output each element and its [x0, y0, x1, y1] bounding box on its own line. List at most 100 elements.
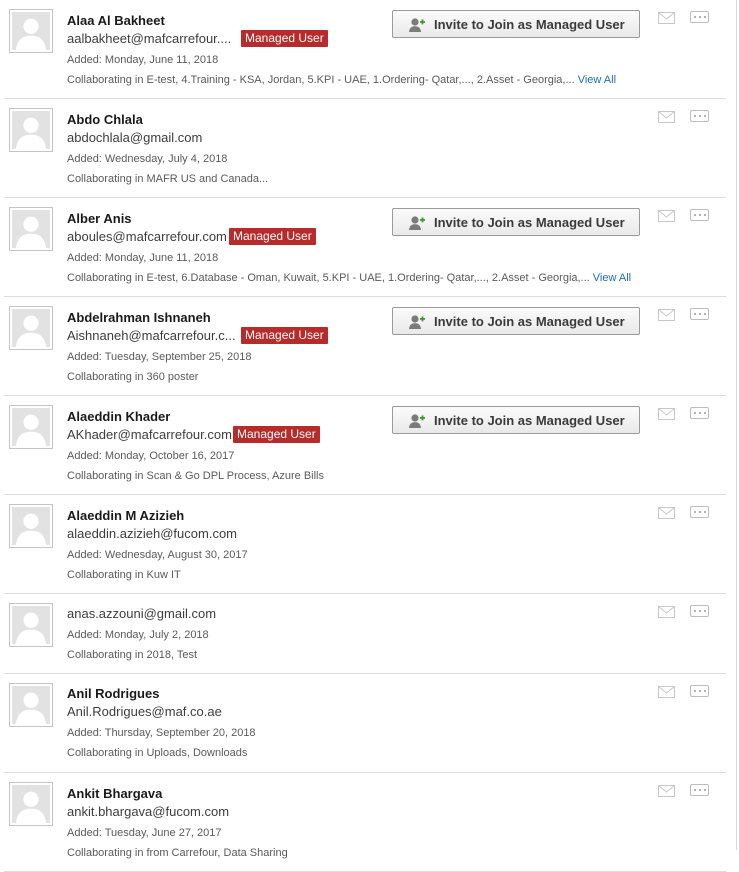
- more-options-icon[interactable]: [690, 685, 709, 697]
- collaborating-list: Collaborating in Scan & Go DPL Process, …: [67, 470, 324, 482]
- collaborating-list: Collaborating in 360 poster: [67, 371, 199, 383]
- user-email: AKhader@mafcarrefour.com: [67, 427, 232, 442]
- user-email: aboules@mafcarrefour.com: [67, 229, 227, 244]
- default-user-avatar-icon: [12, 507, 50, 545]
- default-user-avatar-icon: [12, 210, 50, 248]
- envelope-icon[interactable]: [658, 605, 675, 618]
- more-options-icon[interactable]: [690, 209, 709, 221]
- user-row: Abdelrahman Ishnaneh Aishnaneh@mafcarrefo…: [4, 297, 726, 396]
- envelope-icon[interactable]: [658, 685, 675, 698]
- user-name[interactable]: Alaa Al Bakheet: [67, 13, 165, 28]
- invite-managed-user-button[interactable]: Invite to Join as Managed User: [392, 10, 640, 38]
- avatar[interactable]: [9, 207, 53, 251]
- user-row: anas.azzouni@gmail.com Added: Monday, Jul…: [4, 594, 726, 674]
- invite-button-label: Invite to Join as Managed User: [434, 17, 625, 32]
- added-date: Added: Monday, October 16, 2017: [67, 450, 235, 462]
- avatar[interactable]: [9, 504, 53, 548]
- added-date: Added: Wednesday, August 30, 2017: [67, 549, 248, 561]
- user-row: Anil Rodrigues Anil.Rodrigues@maf.co.ae Ad…: [4, 674, 726, 773]
- avatar[interactable]: [9, 306, 53, 350]
- envelope-icon[interactable]: [658, 407, 675, 420]
- invite-button-label: Invite to Join as Managed User: [434, 215, 625, 230]
- more-options-icon[interactable]: [690, 506, 709, 518]
- panel-right-border: [736, 0, 737, 850]
- managed-user-badge: Managed User: [241, 30, 328, 47]
- envelope-icon[interactable]: [658, 209, 675, 222]
- envelope-icon[interactable]: [658, 784, 675, 797]
- added-date: Added: Thursday, September 20, 2018: [67, 727, 256, 739]
- user-list: Alaa Al Bakheet aalbakheet@mafcarrefour..…: [4, 0, 726, 872]
- avatar[interactable]: [9, 405, 53, 449]
- more-options-icon[interactable]: [690, 308, 709, 320]
- envelope-icon[interactable]: [658, 11, 675, 24]
- add-user-icon: [408, 17, 426, 33]
- user-name[interactable]: Anil Rodrigues: [67, 686, 159, 701]
- user-email: alaeddin.azizieh@fucom.com: [67, 526, 238, 541]
- user-row: Alber Anis aboules@mafcarrefour.com Manage…: [4, 198, 726, 297]
- avatar[interactable]: [9, 9, 53, 53]
- envelope-icon[interactable]: [658, 110, 675, 123]
- managed-user-badge: Managed User: [233, 426, 320, 443]
- user-row: Alaa Al Bakheet aalbakheet@mafcarrefour..…: [4, 0, 726, 99]
- collaborating-in: Collaborating in MAFR US and Canada...: [67, 173, 268, 185]
- added-date: Added: Monday, June 11, 2018: [67, 252, 219, 264]
- user-email: aalbakheet@mafcarrefour....: [67, 31, 232, 46]
- invite-button-label: Invite to Join as Managed User: [434, 314, 625, 329]
- default-user-avatar-icon: [12, 606, 50, 644]
- invite-button-label: Invite to Join as Managed User: [434, 413, 625, 428]
- default-user-avatar-icon: [12, 408, 50, 446]
- user-email: Aishnaneh@mafcarrefour.c...: [67, 328, 236, 343]
- envelope-icon[interactable]: [658, 506, 675, 519]
- added-date: Added: Monday, June 11, 2018: [67, 54, 219, 66]
- collaborating-in: Collaborating in Uploads, Downloads: [67, 747, 247, 759]
- managed-user-badge: Managed User: [241, 327, 328, 344]
- collaborating-in: Collaborating in Kuw IT: [67, 569, 181, 581]
- added-date: Added: Tuesday, June 27, 2017: [67, 827, 222, 839]
- collaborating-list: Collaborating in E-test, 4.Training - KS…: [67, 74, 575, 86]
- more-options-icon[interactable]: [690, 11, 709, 23]
- avatar[interactable]: [9, 603, 53, 647]
- user-name[interactable]: Ankit Bhargava: [67, 786, 162, 801]
- managed-user-badge: Managed User: [229, 228, 316, 245]
- more-options-icon[interactable]: [690, 407, 709, 419]
- user-name[interactable]: Alaeddin Khader: [67, 409, 170, 424]
- collaborating-in: Collaborating in E-test, 4.Training - KS…: [67, 74, 616, 86]
- add-user-icon: [408, 314, 426, 330]
- collaborating-list: Collaborating in 2018, Test: [67, 649, 198, 661]
- added-date: Added: Wednesday, July 4, 2018: [67, 153, 228, 165]
- add-user-icon: [408, 413, 426, 429]
- user-email: anas.azzouni@gmail.com: [67, 606, 217, 621]
- user-email: Anil.Rodrigues@maf.co.ae: [67, 704, 222, 719]
- collaborating-list: Collaborating in E-test, 6.Database - Om…: [67, 272, 590, 284]
- invite-managed-user-button[interactable]: Invite to Join as Managed User: [392, 406, 640, 434]
- view-all-link[interactable]: View All: [593, 272, 631, 284]
- avatar[interactable]: [9, 108, 53, 152]
- default-user-avatar-icon: [12, 309, 50, 347]
- user-name[interactable]: Abdelrahman Ishnaneh: [67, 310, 211, 325]
- avatar[interactable]: [9, 683, 53, 727]
- more-options-icon[interactable]: [690, 110, 709, 122]
- added-date: Added: Tuesday, September 25, 2018: [67, 351, 252, 363]
- avatar[interactable]: [9, 782, 53, 826]
- add-user-icon: [408, 215, 426, 231]
- collaborating-list: Collaborating in Kuw IT: [67, 569, 181, 581]
- invite-managed-user-button[interactable]: Invite to Join as Managed User: [392, 307, 640, 335]
- user-name[interactable]: Alber Anis: [67, 211, 132, 226]
- user-row: Abdo Chlala abdochlala@gmail.com Added: We…: [4, 99, 726, 198]
- default-user-avatar-icon: [12, 111, 50, 149]
- collaborating-list: Collaborating in MAFR US and Canada...: [67, 173, 269, 185]
- user-name[interactable]: Abdo Chlala: [67, 112, 143, 127]
- collaborating-in: Collaborating in 360 poster: [67, 371, 198, 383]
- user-email: ankit.bhargava@fucom.com: [67, 804, 230, 819]
- user-email: abdochlala@gmail.com: [67, 130, 203, 145]
- envelope-icon[interactable]: [658, 308, 675, 321]
- default-user-avatar-icon: [12, 785, 50, 823]
- more-options-icon[interactable]: [690, 605, 709, 617]
- collaborating-list: Collaborating in from Carrefour, Data Sh…: [67, 847, 288, 859]
- user-name[interactable]: Alaeddin M Azizieh: [67, 508, 184, 523]
- more-options-icon[interactable]: [690, 784, 709, 796]
- view-all-link[interactable]: View All: [578, 74, 616, 86]
- default-user-avatar-icon: [12, 686, 50, 724]
- invite-managed-user-button[interactable]: Invite to Join as Managed User: [392, 208, 640, 236]
- collaborating-in: Collaborating in E-test, 6.Database - Om…: [67, 272, 631, 284]
